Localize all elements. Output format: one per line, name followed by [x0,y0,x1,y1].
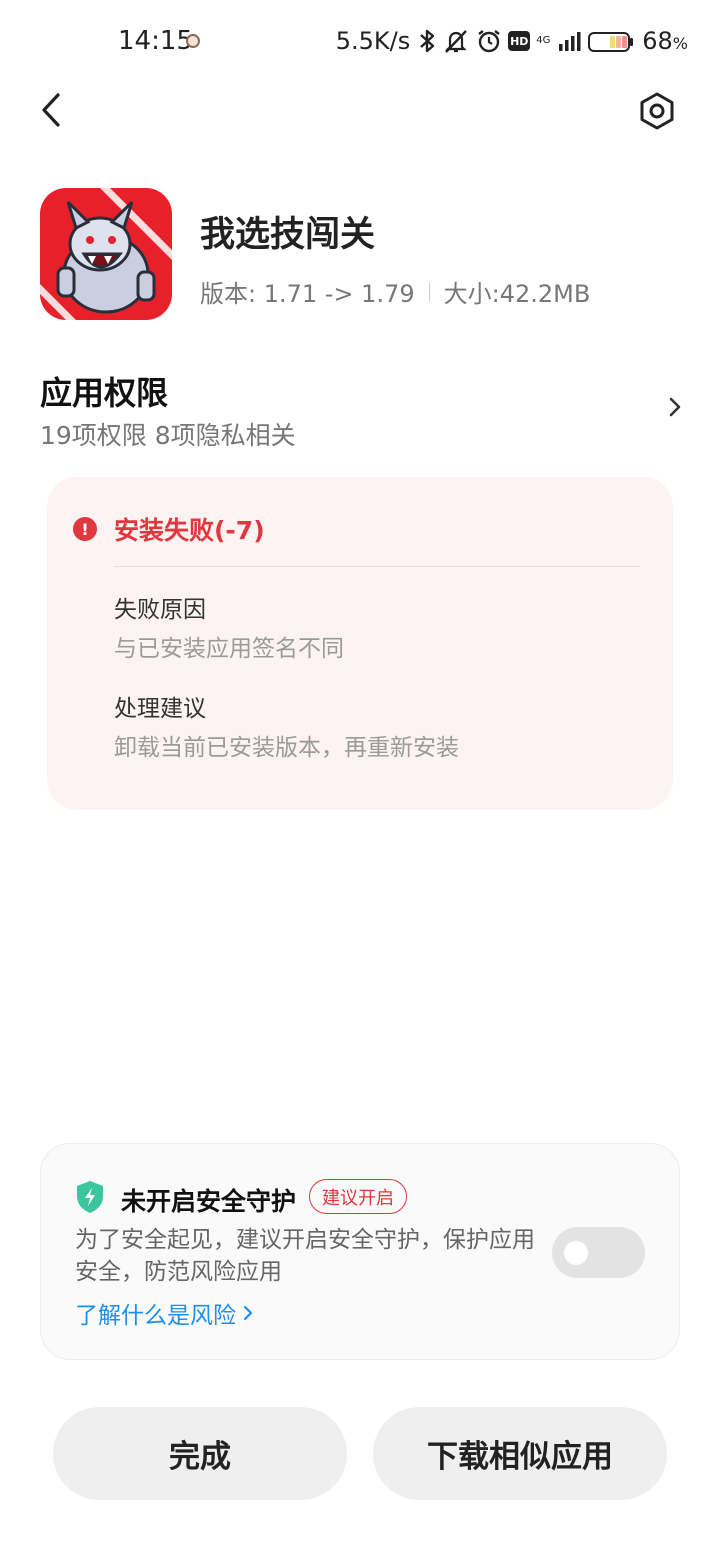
chevron-left-icon [42,93,60,127]
suggestion-text: 卸载当前已安装版本，再重新安装 [114,735,459,761]
permissions-title: 应用权限 [40,374,169,412]
app-meta: 版本: 1.71 -> 1.79 大小:42.2MB [200,274,590,309]
face-icon [186,34,200,48]
error-divider [114,566,640,567]
battery-icon [588,28,634,54]
alarm-icon [476,28,502,54]
battery-value: 68 [642,27,673,55]
signal-icon [558,30,582,52]
security-toggle[interactable] [552,1227,645,1278]
status-time: 14:15 [118,26,193,56]
net-speed: 5.5K/s [335,27,411,55]
chevron-right-small-icon [243,1305,253,1321]
suggestion-label: 处理建议 [114,696,206,722]
security-title: 未开启安全守护 [121,1187,297,1216]
status-bar: 14:15 5.5K/s HD 4G 68% [0,0,720,84]
app-version: 版本: 1.71 -> 1.79 [200,280,415,308]
download-similar-button[interactable]: 下载相似应用 [373,1407,667,1500]
learn-risk-link-label: 了解什么是风险 [75,1303,236,1329]
app-size: 大小:42.2MB [443,280,591,308]
chevron-right-icon [669,397,681,417]
app-name: 我选技闯关 [200,215,376,255]
failure-reason-label: 失败原因 [114,597,206,623]
settings-button[interactable] [634,88,680,134]
battery-unit: % [672,34,688,53]
learn-risk-link[interactable]: 了解什么是风险 [75,1296,254,1330]
network-type: 4G [536,35,551,46]
permissions-row[interactable]: 应用权限 19项权限 8项隐私相关 [0,360,720,456]
status-right-group: 5.5K/s HD 4G 68% [336,24,688,58]
done-button[interactable]: 完成 [53,1407,347,1500]
security-guard-card: 未开启安全守护 建议开启 为了安全起见，建议开启安全守护，保护应用安全，防范风险… [40,1143,680,1360]
battery-percent: 68% [642,27,688,55]
error-title: 安装失败(-7) [114,516,265,545]
permissions-summary: 19项权限 8项隐私相关 [40,421,296,450]
toggle-knob [564,1241,588,1265]
error-icon: ! [73,517,97,541]
app-icon [40,188,172,320]
back-button[interactable] [30,88,74,132]
failure-reason-text: 与已安装应用签名不同 [114,636,344,662]
recommend-badge: 建议开启 [309,1179,407,1214]
hd-icon: HD [508,31,531,51]
settings-hexagon-icon [640,92,674,130]
mute-icon [442,28,470,54]
install-error-card: ! 安装失败(-7) 失败原因 与已安装应用签名不同 处理建议 卸载当前已安装版… [47,477,673,810]
security-description: 为了安全起见，建议开启安全守护，保护应用安全，防范风险应用 [75,1227,535,1285]
meta-divider [428,281,430,302]
shield-icon [77,1181,103,1213]
bluetooth-icon [418,28,436,54]
